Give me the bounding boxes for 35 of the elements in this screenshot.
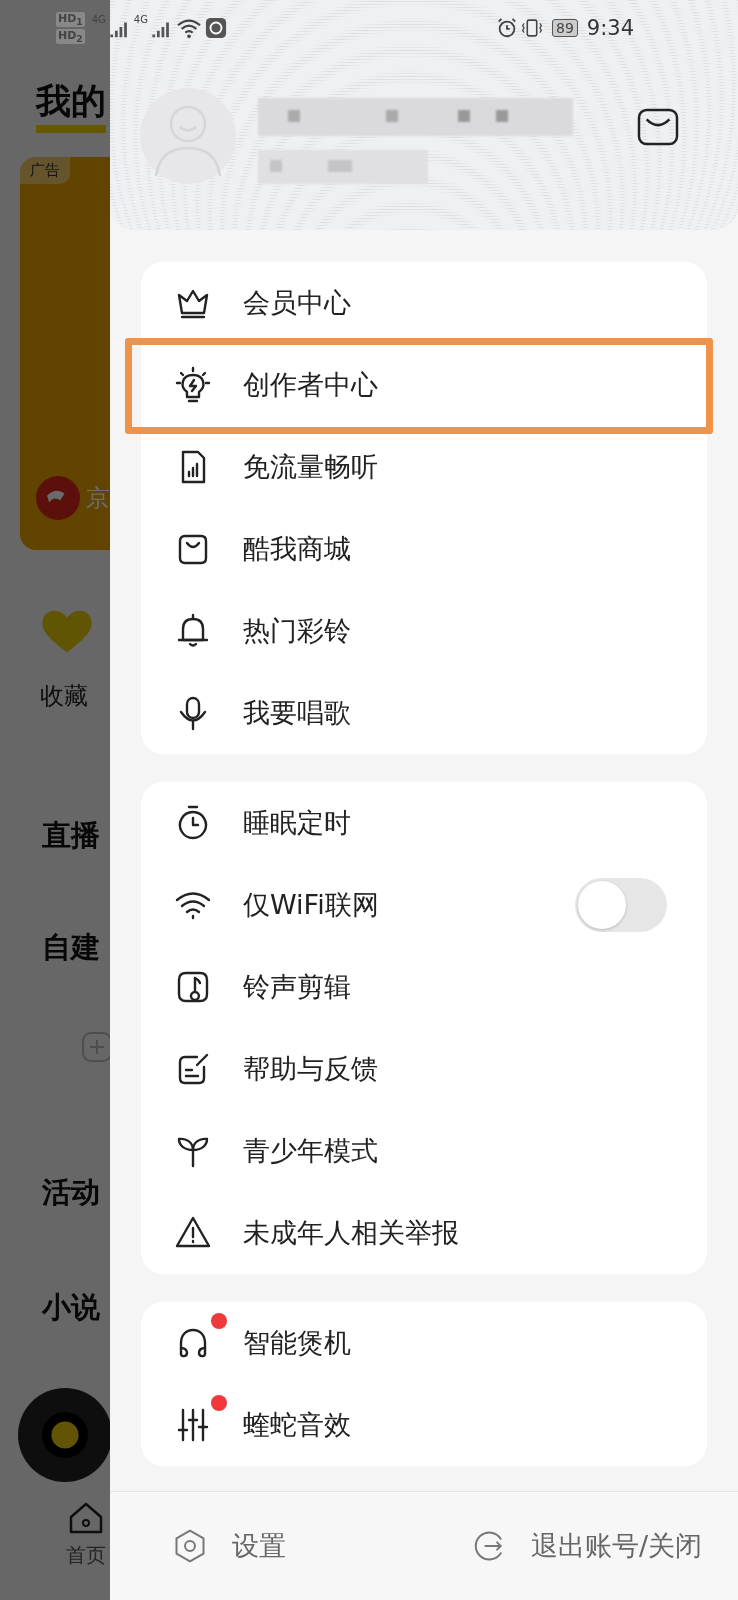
menu-item[interactable]: 青少年模式 bbox=[243, 1133, 667, 1169]
menu-item[interactable]: 热门彩铃 bbox=[243, 613, 667, 649]
menu-item[interactable]: 酷我商城 bbox=[243, 531, 667, 567]
menu-item[interactable]: 蝰蛇音效 bbox=[243, 1407, 667, 1443]
menu-item[interactable]: 铃声剪辑 bbox=[243, 969, 667, 1005]
section-heading: 直播 bbox=[42, 817, 100, 854]
menu-item[interactable]: 创作者中心 bbox=[243, 367, 667, 403]
section-heading: 活动 bbox=[42, 1174, 100, 1211]
vibrate-icon bbox=[521, 17, 543, 39]
menu-item[interactable]: 未成年人相关举报 bbox=[243, 1215, 667, 1251]
clock: 9:34 bbox=[586, 16, 634, 40]
mail-icon[interactable] bbox=[637, 108, 679, 146]
menu-item[interactable]: 智能煲机 bbox=[243, 1325, 667, 1361]
menu-item[interactable]: 睡眠定时 bbox=[243, 805, 667, 841]
logout-link[interactable]: 退出账号/关闭 bbox=[530, 1528, 702, 1564]
section-heading: 小说 bbox=[42, 1289, 100, 1326]
menu-item[interactable]: 会员中心 bbox=[243, 285, 667, 321]
network-type: 4G bbox=[133, 14, 148, 25]
favorites-label: 收藏 bbox=[40, 681, 88, 712]
alarm-icon bbox=[496, 17, 518, 39]
menu-item[interactable]: 帮助与反馈 bbox=[243, 1051, 667, 1087]
ad-caption: 京 bbox=[86, 483, 110, 514]
menu-item[interactable]: 免流量畅听 bbox=[243, 449, 667, 485]
section-heading: 自建 bbox=[42, 929, 100, 966]
battery-level: 89 bbox=[552, 19, 578, 37]
lightbulb-icon bbox=[173, 365, 213, 405]
sim-indicator: HD$_{2}$ bbox=[56, 29, 85, 45]
record-player-icon[interactable] bbox=[18, 1388, 110, 1482]
menu-item[interactable]: 仅WiFi联网 bbox=[243, 887, 575, 923]
shop-logo-icon bbox=[36, 476, 80, 520]
toggle-switch[interactable] bbox=[575, 878, 667, 932]
wifi-status-icon bbox=[175, 17, 202, 39]
settings-link[interactable]: 设置 bbox=[232, 1528, 286, 1564]
ad-badge: 广告 bbox=[20, 157, 70, 184]
menu-item[interactable]: 我要唱歌 bbox=[243, 695, 667, 731]
